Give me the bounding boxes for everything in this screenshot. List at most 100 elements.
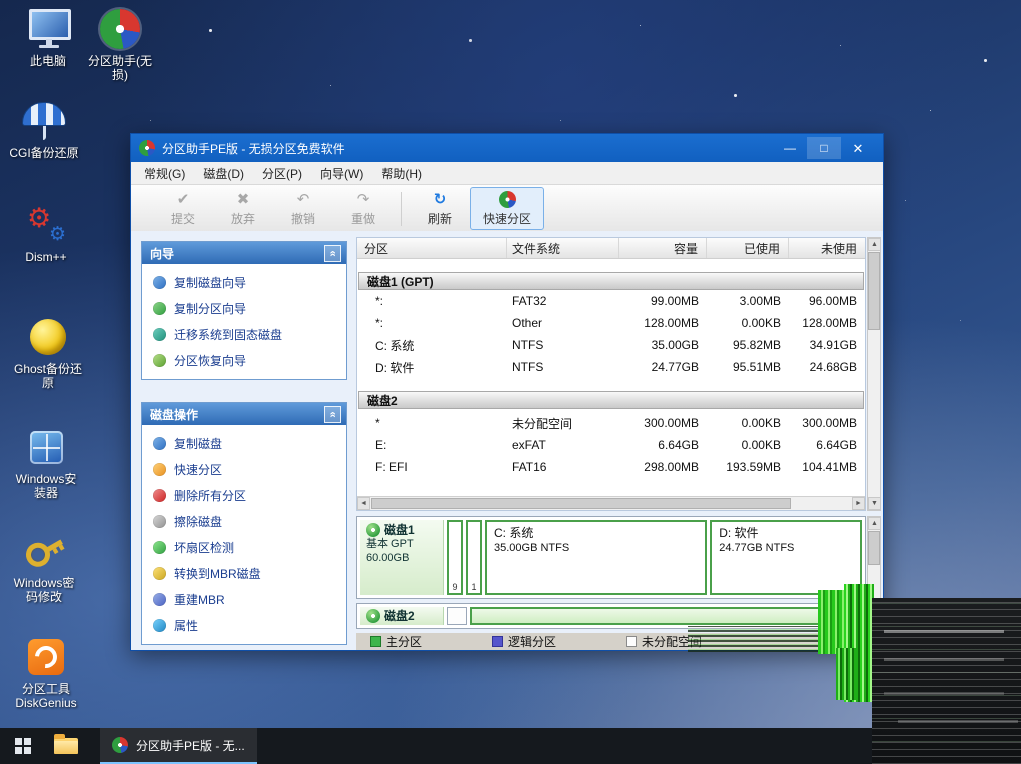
desktop-icon-partition-assistant[interactable]: 分区助手(无损) xyxy=(84,8,156,82)
folder-icon xyxy=(54,738,78,754)
table-row[interactable]: D: 软件 NTFS 24.77GB 95.51MB 24.68GB xyxy=(357,356,865,378)
desktop-icon-windows-password[interactable]: Windows密码修改 xyxy=(8,530,80,604)
legend-primary: 主分区 xyxy=(370,633,422,650)
disk2-name: 磁盘2 xyxy=(384,609,415,623)
disk2-group-header[interactable]: 磁盘2 xyxy=(358,391,864,409)
desktop-icon-label: Dism++ xyxy=(10,250,82,264)
taskbar-app-button[interactable]: 分区助手PE版 - 无... xyxy=(100,728,257,764)
wipe-disk-icon xyxy=(153,515,166,528)
desktop-icon-ghost-backup[interactable]: Ghost备份还原 xyxy=(12,316,84,390)
cell-filesystem: Other xyxy=(507,312,619,334)
discard-button[interactable]: ✖ 放弃 xyxy=(213,187,273,230)
desktop-icon-this-pc[interactable]: 此电脑 xyxy=(12,8,84,68)
partition-d-block[interactable]: D: 软件 24.77GB NTFS xyxy=(710,520,862,595)
sidebar-item-partition-recovery-wizard[interactable]: 分区恢复向导 xyxy=(142,347,346,373)
sidebar-item-copy-partition-wizard[interactable]: 复制分区向导 xyxy=(142,295,346,321)
copy-disk-wizard-icon xyxy=(153,276,166,289)
table-row[interactable]: *: FAT32 99.00MB 3.00MB 96.00MB xyxy=(357,290,865,312)
table-vertical-scrollbar[interactable]: ▲ ▼ xyxy=(867,237,881,511)
disk-ops-panel: 磁盘操作 « 复制磁盘 快速分区 xyxy=(141,402,347,645)
desktop-icon-dism[interactable]: ⚙⚙ Dism++ xyxy=(10,204,82,264)
start-button[interactable] xyxy=(0,728,46,764)
menu-wizard[interactable]: 向导(W) xyxy=(311,162,372,185)
sidebar-item-properties[interactable]: 属性 xyxy=(142,612,346,638)
table-row[interactable]: F: EFI FAT16 298.00MB 193.59MB 104.41MB xyxy=(357,456,865,478)
desktop-icon-diskgenius[interactable]: 分区工具 DiskGenius xyxy=(10,636,82,710)
minimize-button[interactable]: — xyxy=(773,137,807,159)
partition-c-block[interactable]: C: 系统 35.00GB NTFS xyxy=(485,520,707,595)
cell-unused: 96.00MB xyxy=(789,290,865,312)
menu-help[interactable]: 帮助(H) xyxy=(372,162,431,185)
small-unallocated-block[interactable] xyxy=(447,607,467,625)
close-button[interactable]: ✕ xyxy=(841,137,875,159)
file-explorer-button[interactable] xyxy=(46,728,86,764)
display-artifact-green xyxy=(836,648,856,700)
table-row[interactable]: * 未分配空间 300.00MB 0.00KB 300.00MB xyxy=(357,412,865,434)
header-filesystem[interactable]: 文件系统 xyxy=(507,238,619,258)
toolbar-separator xyxy=(401,192,402,226)
disk2-partition-bar[interactable] xyxy=(470,607,862,625)
sidebar-item-convert-to-mbr[interactable]: 转换到MBR磁盘 xyxy=(142,560,346,586)
cell-partition: * xyxy=(357,412,507,434)
small-partition-block[interactable]: 1 xyxy=(466,520,482,595)
collapse-icon[interactable]: « xyxy=(324,245,341,262)
window-title: 分区助手PE版 - 无损分区免费软件 xyxy=(162,140,773,157)
vertical-scroll-thumb[interactable] xyxy=(868,531,880,565)
wizard-panel-header[interactable]: 向导 « xyxy=(142,242,346,264)
sidebar-item-migrate-os-ssd[interactable]: 迁移系统到固态磁盘 xyxy=(142,321,346,347)
sidebar-item-quick-partition[interactable]: 快速分区 xyxy=(142,456,346,482)
scroll-down-icon[interactable]: ▼ xyxy=(868,497,881,510)
sidebar-item-label: 迁移系统到固态磁盘 xyxy=(174,326,282,343)
redo-button[interactable]: ↷ 重做 xyxy=(333,187,393,230)
table-row[interactable]: *: Other 128.00MB 0.00KB 128.00MB xyxy=(357,312,865,334)
menu-partition[interactable]: 分区(P) xyxy=(253,162,311,185)
scroll-up-icon[interactable]: ▲ xyxy=(868,517,881,530)
commit-icon: ✔ xyxy=(177,191,190,208)
sidebar-item-copy-disk[interactable]: 复制磁盘 xyxy=(142,430,346,456)
cell-capacity: 35.00GB xyxy=(619,334,707,356)
horizontal-scroll-thumb[interactable] xyxy=(371,498,791,509)
disk1-group-header[interactable]: 磁盘1 (GPT) xyxy=(358,272,864,290)
vertical-scroll-thumb[interactable] xyxy=(868,252,880,330)
commit-button[interactable]: ✔ 提交 xyxy=(153,187,213,230)
unallocated-swatch xyxy=(626,636,637,647)
scroll-right-icon[interactable]: ► xyxy=(852,497,865,510)
scroll-left-icon[interactable]: ◄ xyxy=(357,497,370,510)
header-capacity[interactable]: 容量 xyxy=(619,238,707,258)
header-used[interactable]: 已使用 xyxy=(707,238,789,258)
sidebar-item-rebuild-mbr[interactable]: 重建MBR xyxy=(142,586,346,612)
cell-partition: C: 系统 xyxy=(357,334,507,356)
small-partition-label: 1 xyxy=(471,582,476,592)
table-row[interactable]: E: exFAT 6.64GB 0.00KB 6.64GB xyxy=(357,434,865,456)
sidebar-item-delete-all-partitions[interactable]: 删除所有分区 xyxy=(142,482,346,508)
disk-ops-panel-header[interactable]: 磁盘操作 « xyxy=(142,403,346,425)
menu-general[interactable]: 常规(G) xyxy=(135,162,194,185)
maximize-button[interactable]: □ xyxy=(807,137,841,159)
desktop-icon-windows-installer[interactable]: Windows安装器 xyxy=(10,426,82,500)
header-partition[interactable]: 分区 xyxy=(357,238,507,258)
sidebar-item-label: 坏扇区检测 xyxy=(174,539,234,556)
sidebar-item-wipe-disk[interactable]: 擦除磁盘 xyxy=(142,508,346,534)
menu-disk[interactable]: 磁盘(D) xyxy=(194,162,253,185)
collapse-icon[interactable]: « xyxy=(324,406,341,423)
refresh-button[interactable]: ↻ 刷新 xyxy=(410,187,470,230)
partition-d-info: 24.77GB NTFS xyxy=(719,541,860,556)
small-partition-block[interactable]: 9 xyxy=(447,520,463,595)
disk1-size: 60.00GB xyxy=(366,551,443,565)
horizontal-scrollbar[interactable]: ◄ ► xyxy=(357,496,865,510)
desktop-icon-label: CGI备份还原 xyxy=(4,146,84,160)
refresh-icon: ↻ xyxy=(434,191,447,208)
partition-c-info: 35.00GB NTFS xyxy=(494,541,705,556)
display-artifact-dark xyxy=(872,598,1021,764)
scroll-up-icon[interactable]: ▲ xyxy=(868,238,881,251)
cell-used: 3.00MB xyxy=(707,290,789,312)
header-unused[interactable]: 未使用 xyxy=(789,238,865,258)
sidebar-item-copy-disk-wizard[interactable]: 复制磁盘向导 xyxy=(142,269,346,295)
sidebar-item-bad-sector-test[interactable]: 坏扇区检测 xyxy=(142,534,346,560)
undo-button[interactable]: ↶ 撤销 xyxy=(273,187,333,230)
disk1-map-panel[interactable]: 磁盘1 基本 GPT 60.00GB 9 1 C: 系统 35.00GB NTF… xyxy=(356,516,866,599)
titlebar[interactable]: 分区助手PE版 - 无损分区免费软件 — □ ✕ xyxy=(131,134,883,162)
quick-partition-button[interactable]: 快速分区 xyxy=(470,187,544,230)
desktop-icon-cgi-backup[interactable]: CGI备份还原 xyxy=(4,100,84,160)
table-row[interactable]: C: 系统 NTFS 35.00GB 95.82MB 34.91GB xyxy=(357,334,865,356)
